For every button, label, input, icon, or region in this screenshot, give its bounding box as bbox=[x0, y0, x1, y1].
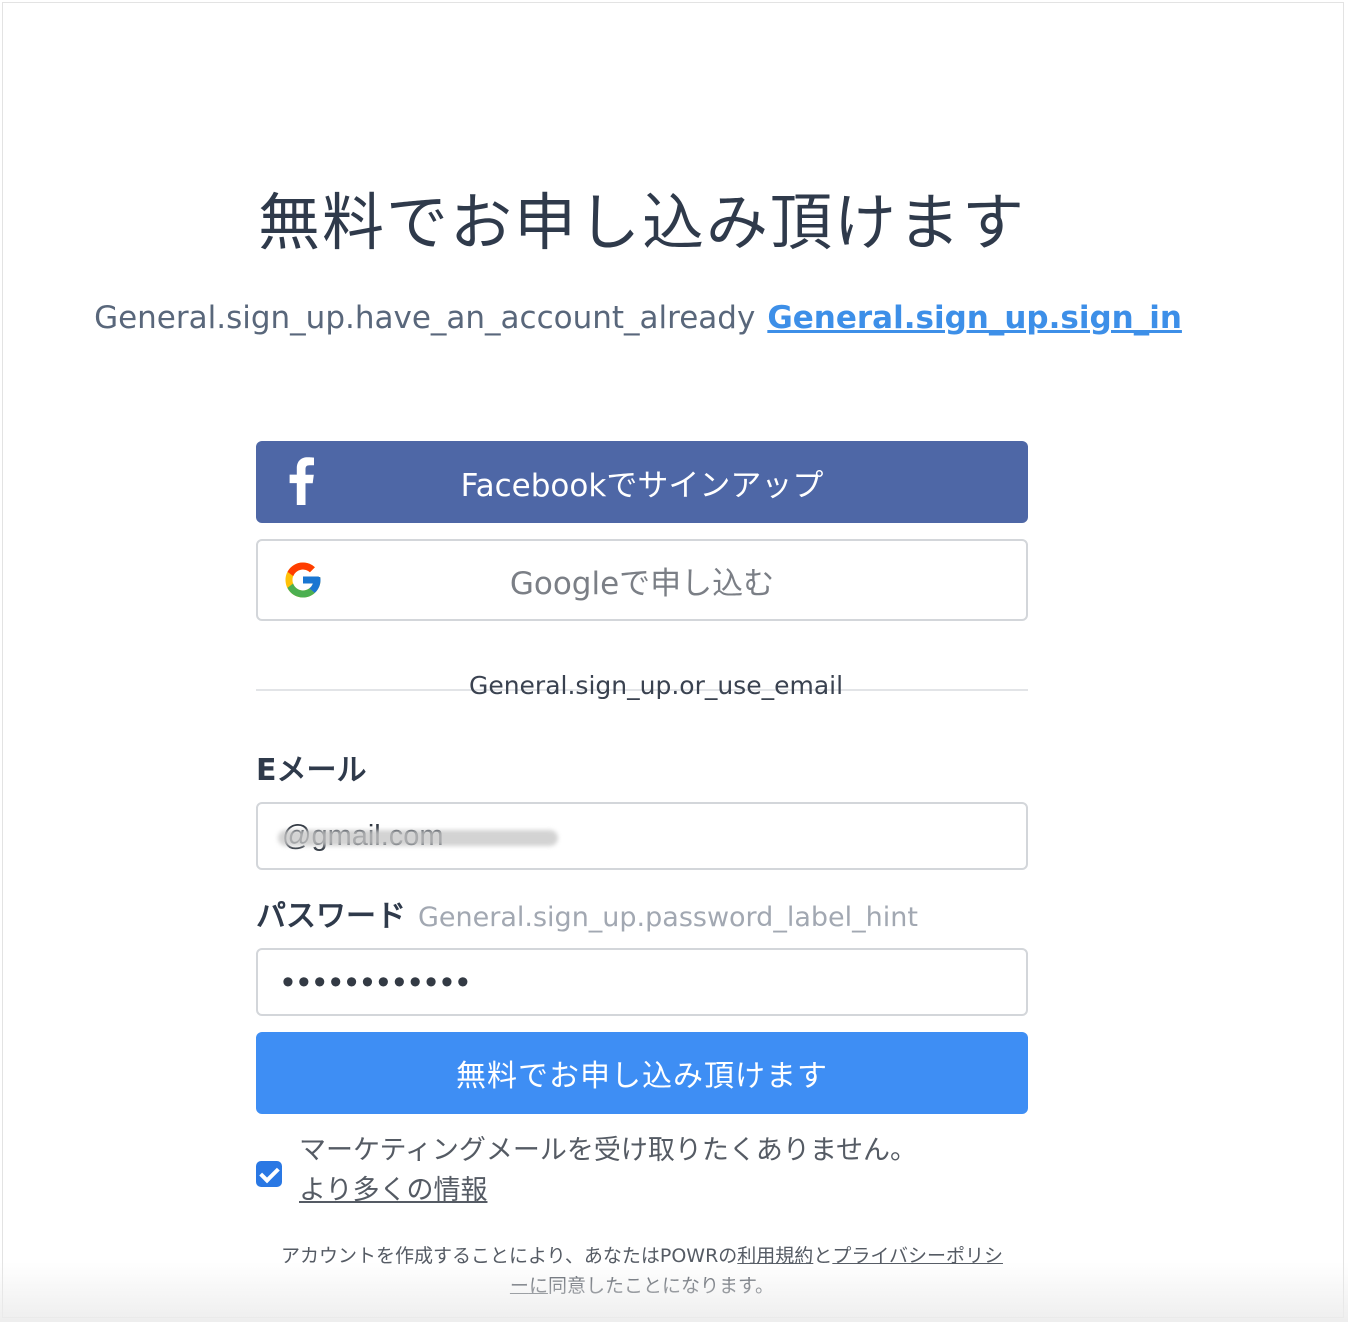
sign-in-link[interactable]: General.sign_up.sign_in bbox=[767, 300, 1182, 336]
password-label: パスワード bbox=[256, 899, 406, 934]
terms-text-part2: と bbox=[813, 1245, 833, 1267]
redacted-email-blur bbox=[278, 830, 558, 846]
password-hint: General.sign_up.password_label_hint bbox=[418, 902, 918, 933]
terms-notice: アカウントを作成することにより、あなたはPOWRの利用規約とプライバシーポリシー… bbox=[256, 1241, 1028, 1301]
marketing-opt-out-text-block: マーケティングメールを受け取りたくありません。 より多くの情報 bbox=[299, 1131, 1039, 1211]
have-account-line: General.sign_up.have_an_account_already G… bbox=[0, 300, 1276, 336]
password-field[interactable] bbox=[256, 948, 1028, 1016]
terms-text-part3: 同意したことになります。 bbox=[547, 1275, 775, 1297]
facebook-icon bbox=[289, 457, 314, 505]
or-use-email-text: General.sign_up.or_use_email bbox=[468, 671, 844, 700]
marketing-opt-out-checkbox[interactable] bbox=[256, 1161, 282, 1187]
google-icon bbox=[285, 562, 321, 598]
privacy-policy-link-cont[interactable]: ー bbox=[510, 1275, 529, 1297]
facebook-signup-button[interactable]: Facebookでサインアップ bbox=[256, 441, 1028, 523]
facebook-signup-label: Facebookでサインアップ bbox=[460, 467, 824, 504]
terms-of-service-link[interactable]: 利用規約 bbox=[737, 1245, 813, 1267]
submit-label: 無料でお申し込み頂けます bbox=[456, 1059, 828, 1094]
more-info-link[interactable]: より多くの情報 bbox=[299, 1175, 487, 1206]
terms-text-part1: アカウントを作成することにより、あなたはPOWRの bbox=[281, 1245, 738, 1267]
google-signup-button[interactable]: Googleで申し込む bbox=[256, 539, 1028, 621]
page-title: 無料でお申し込み頂けます bbox=[257, 186, 1026, 259]
email-label: Eメール bbox=[256, 753, 367, 788]
have-account-prompt: General.sign_up.have_an_account_already bbox=[94, 300, 756, 336]
submit-button[interactable]: 無料でお申し込み頂けます bbox=[256, 1032, 1028, 1114]
password-label-row: パスワード General.sign_up.password_label_hint bbox=[256, 891, 918, 935]
privacy-policy-link[interactable]: プライバシーポリシ bbox=[832, 1245, 1003, 1267]
privacy-policy-link-end[interactable]: に bbox=[529, 1275, 548, 1297]
google-signup-label: Googleで申し込む bbox=[509, 565, 775, 602]
marketing-opt-out-label: マーケティングメールを受け取りたくありません。 bbox=[299, 1135, 918, 1166]
